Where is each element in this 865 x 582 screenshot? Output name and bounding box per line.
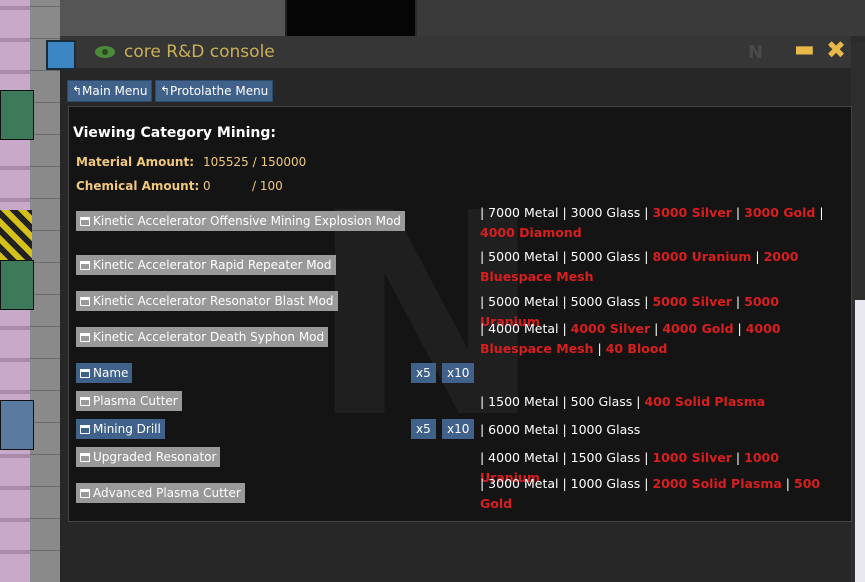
material-cost: | 4000 Metal | 4000 Silver | 4000 Gold |… xyxy=(480,319,840,359)
material-value: 105525 / 150000 xyxy=(203,155,307,169)
material-cost: | 1500 Metal | 500 Glass | 400 Solid Pla… xyxy=(480,392,840,412)
printer-icon xyxy=(80,297,90,306)
machine-sprite xyxy=(0,90,34,140)
printer-icon xyxy=(80,397,90,406)
print-design-button[interactable]: Kinetic Accelerator Rapid Repeater Mod xyxy=(76,255,336,275)
brand-logo: N xyxy=(748,42,763,63)
chemical-max: / 100 xyxy=(252,179,283,193)
print-design-button[interactable]: Kinetic Accelerator Death Syphon Mod xyxy=(76,327,329,347)
material-cost: | 5000 Metal | 5000 Glass | 8000 Uranium… xyxy=(480,247,840,287)
rnd-console-window: core R&D console N ▬ ✖ ↰Main Menu ↰Proto… xyxy=(46,36,852,582)
page-title: Viewing Category Mining: xyxy=(73,125,277,141)
insufficient-material: 4000 Silver xyxy=(570,321,651,336)
cost-text: | xyxy=(731,294,745,309)
insufficient-material: 40 Blood xyxy=(605,341,668,356)
insufficient-material: 4000 Gold xyxy=(662,321,734,336)
cost-text: | 3000 Metal | 1000 Glass | xyxy=(480,476,653,491)
cost-text: | 5000 Metal | 5000 Glass | xyxy=(480,294,653,309)
content-panel: N Viewing Category Mining: Material Amou… xyxy=(68,106,852,522)
printer-icon xyxy=(80,489,90,498)
machine-sprite xyxy=(0,260,34,310)
print-design-button[interactable]: Kinetic Accelerator Resonator Blast Mod xyxy=(76,291,338,311)
print-design-button[interactable]: Upgraded Resonator xyxy=(76,447,221,467)
cost-text: | xyxy=(751,249,764,264)
printer-icon xyxy=(80,425,90,434)
cost-text: | xyxy=(781,476,794,491)
space-area xyxy=(287,0,415,36)
insufficient-material: 2000 Solid Plasma xyxy=(652,476,782,491)
print-design-button[interactable]: Name xyxy=(76,363,133,383)
insufficient-material: 1000 Silver xyxy=(652,450,732,465)
design-name: Kinetic Accelerator Resonator Blast Mod xyxy=(93,294,334,308)
design-name: Mining Drill xyxy=(93,422,161,436)
printer-icon xyxy=(80,453,90,462)
material-label: Material Amount: xyxy=(76,155,194,169)
cost-text: | 6000 Metal | 1000 Glass xyxy=(480,422,641,437)
machine-sprite xyxy=(0,400,34,450)
cost-text: | 1500 Metal | 500 Glass | xyxy=(480,394,645,409)
cost-text: | xyxy=(650,321,663,336)
material-cost: | 6000 Metal | 1000 Glass xyxy=(480,420,840,440)
cost-text: | xyxy=(731,450,745,465)
print-x10-button[interactable]: x10 xyxy=(442,419,475,439)
insufficient-material: 5000 Silver xyxy=(652,294,732,309)
design-name: Advanced Plasma Cutter xyxy=(93,486,241,500)
insufficient-material: 4000 Diamond xyxy=(480,225,582,240)
printer-icon xyxy=(80,333,90,342)
chemical-label: Chemical Amount: xyxy=(76,179,200,193)
cost-text: | 7000 Metal | 3000 Glass | xyxy=(480,205,653,220)
computer-icon xyxy=(46,40,76,70)
design-name: Name xyxy=(93,366,129,380)
design-name: Kinetic Accelerator Offensive Mining Exp… xyxy=(93,214,401,228)
eye-icon xyxy=(95,46,115,58)
close-icon[interactable]: ✖ xyxy=(826,38,848,62)
insufficient-material: 3000 Silver xyxy=(652,205,732,220)
print-design-button[interactable]: Mining Drill xyxy=(76,419,165,439)
insufficient-material: 8000 Uranium xyxy=(652,249,752,264)
chat-panel-text xyxy=(855,300,865,582)
design-name: Kinetic Accelerator Rapid Repeater Mod xyxy=(93,258,332,272)
minimize-icon[interactable]: ▬ xyxy=(794,39,816,62)
insufficient-material: 400 Solid Plasma xyxy=(644,394,766,409)
print-x5-button[interactable]: x5 xyxy=(411,363,436,383)
cost-text: | xyxy=(731,205,745,220)
print-design-button[interactable]: Advanced Plasma Cutter xyxy=(76,483,245,503)
printer-icon xyxy=(80,369,90,378)
cost-text: | xyxy=(593,341,606,356)
main-menu-button[interactable]: ↰Main Menu xyxy=(67,80,153,102)
cost-text: | 4000 Metal | 1500 Glass | xyxy=(480,450,653,465)
cost-text: | xyxy=(733,321,746,336)
hazard-stripe xyxy=(0,210,32,260)
printer-icon xyxy=(80,217,90,226)
print-design-button[interactable]: Plasma Cutter xyxy=(76,391,182,411)
wall-area xyxy=(417,0,865,36)
machinery-block xyxy=(60,0,287,36)
design-name: Kinetic Accelerator Death Syphon Mod xyxy=(93,330,325,344)
cost-text: | xyxy=(815,205,824,220)
printer-icon xyxy=(80,261,90,270)
insufficient-material: 3000 Gold xyxy=(744,205,816,220)
print-x5-button[interactable]: x5 xyxy=(411,419,436,439)
design-name: Upgraded Resonator xyxy=(93,450,217,464)
material-cost: | 3000 Metal | 1000 Glass | 2000 Solid P… xyxy=(480,474,840,514)
print-x10-button[interactable]: x10 xyxy=(442,363,475,383)
protolathe-menu-button[interactable]: ↰Protolathe Menu xyxy=(155,80,274,102)
chemical-value: 0 xyxy=(203,179,211,193)
title-bar[interactable]: core R&D console N ▬ ✖ xyxy=(46,36,851,70)
window-title: core R&D console xyxy=(124,42,275,62)
cost-text: | 5000 Metal | 5000 Glass | xyxy=(480,249,653,264)
print-design-button[interactable]: Kinetic Accelerator Offensive Mining Exp… xyxy=(76,211,405,231)
design-name: Plasma Cutter xyxy=(93,394,178,408)
cost-text: | 4000 Metal | xyxy=(480,321,571,336)
material-cost: | 7000 Metal | 3000 Glass | 3000 Silver … xyxy=(480,203,840,243)
